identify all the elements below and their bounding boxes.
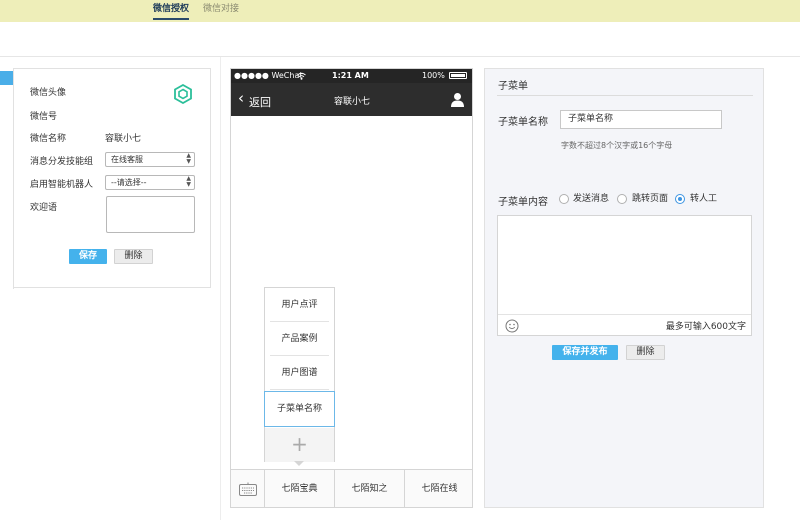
header-divider [0,56,800,57]
user-profile-icon[interactable] [450,92,465,107]
radio-jump-page[interactable] [617,194,627,204]
editor-footer: 最多可输入600文字 [498,314,751,336]
welcome-textarea[interactable] [106,196,195,233]
wechat-id-label: 微信号 [30,112,58,122]
top-tab-bar: 微信授权 微信对接 [0,0,800,22]
skill-group-select[interactable]: 在线客服 ▲ ▼ [105,152,195,167]
tab-wechat-connect[interactable]: 微信对接 [203,0,239,20]
selected-indicator [0,71,13,85]
column-divider [220,57,221,520]
robot-select[interactable]: --请选择-- ▲ ▼ [105,175,195,190]
keyboard-icon[interactable] [239,482,257,496]
tab-wechat-auth[interactable]: 微信授权 [153,0,190,20]
delete-submenu-button[interactable]: 删除 [626,345,665,360]
bottom-menu-item[interactable]: 七陌在线 [404,470,472,507]
delete-button[interactable]: 删除 [114,249,153,264]
back-label[interactable]: 返回 [249,94,271,110]
submenu-item[interactable]: 用户点评 [270,288,329,322]
phone-nav-bar: ‹ 返回 容联小七 [231,83,472,116]
select-arrows-icon: ▲ ▼ [186,175,191,188]
save-and-publish-button[interactable]: 保存并发布 [552,345,618,360]
bottom-menu-item[interactable]: 七陌知之 [334,470,404,507]
char-limit-text: 最多可输入600文字 [665,322,746,332]
back-chevron-icon[interactable]: ‹ [238,91,244,106]
message-editor[interactable]: 最多可输入600文字 [497,215,752,336]
phone-preview: ●●●●● WeChat 1:21 AM 100% ‹ 返回 容联小七 用户点评… [230,68,473,508]
wechat-name-value: 容联小七 [105,134,142,144]
skill-group-select-value: 在线客服 [111,155,143,164]
select-arrows-icon: ▲ ▼ [186,152,191,165]
robot-label: 启用智能机器人 [30,180,94,190]
submenu-item-active[interactable]: 子菜单名称 [264,391,335,427]
submenu-popup: 用户点评 产品案例 用户图谱 子菜单名称 + [264,287,335,462]
skill-group-label: 消息分发技能组 [30,157,94,167]
chat-title: 容联小七 [334,97,371,107]
wechat-name-label: 微信名称 [30,134,67,144]
emoji-icon[interactable] [505,319,519,333]
submenu-caret [294,461,304,466]
add-submenu-button[interactable]: + [265,428,334,462]
avatar-label: 微信头像 [30,88,67,98]
radio-send-message[interactable] [559,194,569,204]
submenu-editor-panel: 子菜单 子菜单名称 子菜单名称 字数不超过8个汉字或16个字母 子菜单内容 发送… [484,68,764,508]
status-bar: ●●●●● WeChat 1:21 AM 100% [231,69,472,83]
submenu-content-label: 子菜单内容 [498,197,548,208]
submenu-item[interactable]: 产品案例 [270,322,329,356]
radio-label: 跳转页面 [632,194,669,204]
carrier-label: ●●●●● WeChat [234,71,303,80]
hexagon-logo-icon [174,84,192,104]
radio-label: 转人工 [690,194,718,204]
wifi-icon [297,72,306,80]
panel-title: 子菜单 [498,81,528,92]
submenu-name-label: 子菜单名称 [498,117,548,128]
radio-label: 发送消息 [573,194,610,204]
panel-title-divider [497,95,753,96]
battery-label: 100% [422,71,445,80]
submenu-name-input[interactable]: 子菜单名称 [560,110,722,129]
battery-icon [449,72,467,79]
phone-bottom-menu: 七陌宝典 七陌知之 七陌在线 [231,469,472,507]
save-button[interactable]: 保存 [69,249,107,264]
welcome-label: 欢迎语 [30,203,58,213]
submenu-item[interactable]: 用户图谱 [270,356,329,390]
status-time: 1:21 AM [332,71,369,80]
robot-select-value: --请选择-- [111,178,147,187]
bottom-menu-item[interactable]: 七陌宝典 [264,470,334,507]
account-settings-panel: 微信头像 微信号 微信名称 容联小七 消息分发技能组 在线客服 ▲ ▼ 启用智能机… [13,68,211,289]
submenu-name-hint: 字数不超过8个汉字或16个字母 [561,141,673,150]
radio-transfer-agent[interactable] [675,194,685,204]
